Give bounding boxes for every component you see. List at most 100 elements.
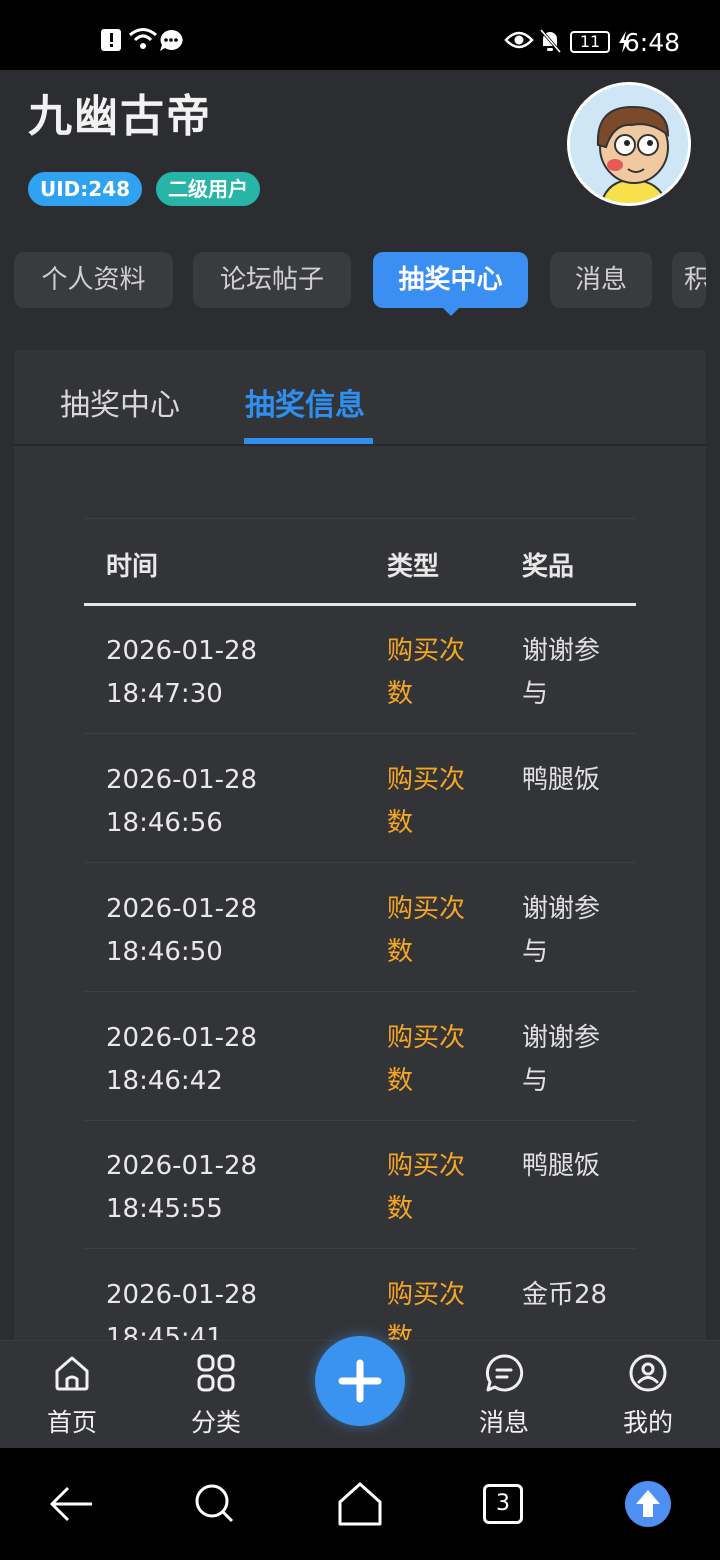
prize-text: 谢谢参 bbox=[522, 636, 601, 666]
active-tab-pointer bbox=[441, 306, 461, 316]
nav-category[interactable]: 分类 bbox=[166, 1341, 266, 1449]
eye-icon bbox=[504, 31, 534, 49]
status-bar: 11 6:48 bbox=[0, 0, 720, 70]
tab-profile[interactable]: 个人资料 bbox=[14, 252, 173, 308]
date-text: 2026-01-28 bbox=[106, 894, 258, 924]
tab-lottery-center[interactable]: 抽奖中心 bbox=[373, 252, 528, 308]
user-icon bbox=[629, 1354, 667, 1392]
prize-text: 鸭腿饭 bbox=[522, 765, 601, 795]
clock: 6:48 bbox=[623, 28, 680, 57]
date-text: 2026-01-28 bbox=[106, 636, 258, 666]
recent-apps-button[interactable]: 3 bbox=[483, 1484, 523, 1524]
prize-cell: 谢谢参与 bbox=[522, 1017, 622, 1103]
clock-text: 18:47:30 bbox=[106, 679, 223, 709]
prize-cell: 鸭腿饭 bbox=[522, 759, 622, 802]
add-post-button[interactable] bbox=[315, 1336, 405, 1426]
type-text: 购买次 bbox=[387, 1280, 466, 1310]
time-cell: 2026-01-28 18:46:56 bbox=[106, 759, 356, 845]
prize-text: 谢谢参 bbox=[522, 1023, 601, 1053]
nav-category-label: 分类 bbox=[190, 1408, 241, 1437]
system-nav-bar: 3 bbox=[0, 1448, 720, 1560]
clock-text: 18:46:56 bbox=[106, 808, 223, 838]
type-text: 购买次 bbox=[387, 1023, 466, 1053]
date-text: 2026-01-28 bbox=[106, 765, 258, 795]
type-text-cont: 数 bbox=[387, 679, 414, 709]
tab-messages[interactable]: 消息 bbox=[550, 252, 652, 308]
clock-text: 18:46:50 bbox=[106, 937, 223, 967]
home-icon bbox=[55, 1356, 89, 1391]
lottery-card: 抽奖中心 抽奖信息 时间 类型 奖品 2026-01-28 18:47:30 购买… bbox=[14, 350, 706, 1340]
time-cell: 2026-01-28 18:45:41 bbox=[106, 1274, 356, 1340]
avatar-cartoon-icon bbox=[570, 85, 688, 203]
prize-cell: 金币28 bbox=[522, 1274, 622, 1317]
nav-messages[interactable]: 消息 bbox=[454, 1341, 554, 1449]
plus-icon bbox=[338, 1359, 382, 1403]
subtab-divider bbox=[14, 444, 706, 446]
nav-mine[interactable]: 我的 bbox=[598, 1341, 698, 1449]
time-cell: 2026-01-28 18:46:50 bbox=[106, 888, 356, 974]
prize-text-cont: 与 bbox=[522, 679, 549, 709]
alert-icon bbox=[101, 29, 121, 51]
prize-text-cont: 与 bbox=[522, 937, 549, 967]
type-cell: 购买次数 bbox=[387, 759, 487, 845]
username: 九幽古帝 bbox=[28, 91, 212, 142]
prize-text-cont: 与 bbox=[522, 1066, 549, 1096]
type-text-cont: 数 bbox=[387, 937, 414, 967]
nav-home[interactable]: 首页 bbox=[22, 1341, 122, 1449]
subtab-lottery-info[interactable]: 抽奖信息 bbox=[245, 380, 365, 424]
table-row: 2026-01-28 18:46:42 购买次数 谢谢参与 bbox=[84, 993, 636, 1121]
nav-mine-label: 我的 bbox=[622, 1408, 673, 1437]
search-icon[interactable] bbox=[185, 1474, 245, 1534]
prize-cell: 谢谢参与 bbox=[522, 888, 622, 974]
chat-notification-icon bbox=[160, 29, 183, 51]
type-cell: 购买次数 bbox=[387, 1145, 487, 1231]
prize-text: 鸭腿饭 bbox=[522, 1151, 601, 1181]
type-cell: 购买次数 bbox=[387, 1017, 487, 1103]
level-badge: 二级用户 bbox=[156, 172, 260, 206]
upload-arrow-icon[interactable] bbox=[618, 1474, 678, 1534]
table-row: 2026-01-28 18:46:50 购买次数 谢谢参与 bbox=[84, 864, 636, 992]
active-subtab-underline bbox=[244, 438, 373, 444]
type-text-cont: 数 bbox=[387, 1066, 414, 1096]
nav-messages-label: 消息 bbox=[478, 1408, 529, 1437]
profile-header: 九幽古帝 UID:248 二级用户 个人资料 论坛帖子 抽奖中心 消息 积 bbox=[0, 70, 720, 350]
avatar[interactable] bbox=[567, 82, 691, 206]
uid-badge: UID:248 bbox=[28, 172, 143, 206]
wifi-icon bbox=[129, 28, 157, 49]
table-row: 2026-01-28 18:47:30 购买次数 谢谢参与 bbox=[84, 606, 636, 734]
nav-home-label: 首页 bbox=[46, 1408, 97, 1437]
tab-forum-posts[interactable]: 论坛帖子 bbox=[193, 252, 351, 308]
header-time: 时间 bbox=[106, 552, 159, 582]
type-text: 购买次 bbox=[387, 894, 466, 924]
message-icon bbox=[485, 1354, 524, 1392]
mute-bell-icon bbox=[539, 29, 562, 53]
back-icon[interactable] bbox=[42, 1474, 102, 1534]
type-text: 购买次 bbox=[387, 765, 466, 795]
type-text-cont: 数 bbox=[387, 1194, 414, 1224]
date-text: 2026-01-28 bbox=[106, 1151, 258, 1181]
prize-text: 金币28 bbox=[522, 1280, 608, 1310]
type-cell: 购买次数 bbox=[387, 888, 487, 974]
table-row: 2026-01-28 18:45:55 购买次数 鸭腿饭 bbox=[84, 1121, 636, 1249]
subtab-lottery-center[interactable]: 抽奖中心 bbox=[60, 380, 180, 424]
header-prize: 奖品 bbox=[522, 552, 575, 582]
time-cell: 2026-01-28 18:47:30 bbox=[106, 630, 356, 716]
battery-icon: 11 bbox=[570, 31, 610, 53]
prize-text: 谢谢参 bbox=[522, 894, 601, 924]
home-system-icon[interactable] bbox=[330, 1474, 390, 1534]
type-text: 购买次 bbox=[387, 636, 466, 666]
clock-text: 18:45:55 bbox=[106, 1194, 223, 1224]
date-text: 2026-01-28 bbox=[106, 1023, 258, 1053]
type-text-cont: 数 bbox=[387, 808, 414, 838]
type-cell: 购买次数 bbox=[387, 1274, 487, 1340]
header-type: 类型 bbox=[387, 552, 440, 582]
grid-icon bbox=[197, 1354, 235, 1392]
prize-cell: 鸭腿饭 bbox=[522, 1145, 622, 1188]
type-text: 购买次 bbox=[387, 1151, 466, 1181]
table-top-border bbox=[84, 518, 636, 519]
tab-points[interactable]: 积 bbox=[672, 252, 706, 308]
clock-text: 18:46:42 bbox=[106, 1066, 223, 1096]
date-text: 2026-01-28 bbox=[106, 1280, 258, 1310]
table-row: 2026-01-28 18:45:41 购买次数 金币28 bbox=[84, 1250, 636, 1340]
prize-cell: 谢谢参与 bbox=[522, 630, 622, 716]
